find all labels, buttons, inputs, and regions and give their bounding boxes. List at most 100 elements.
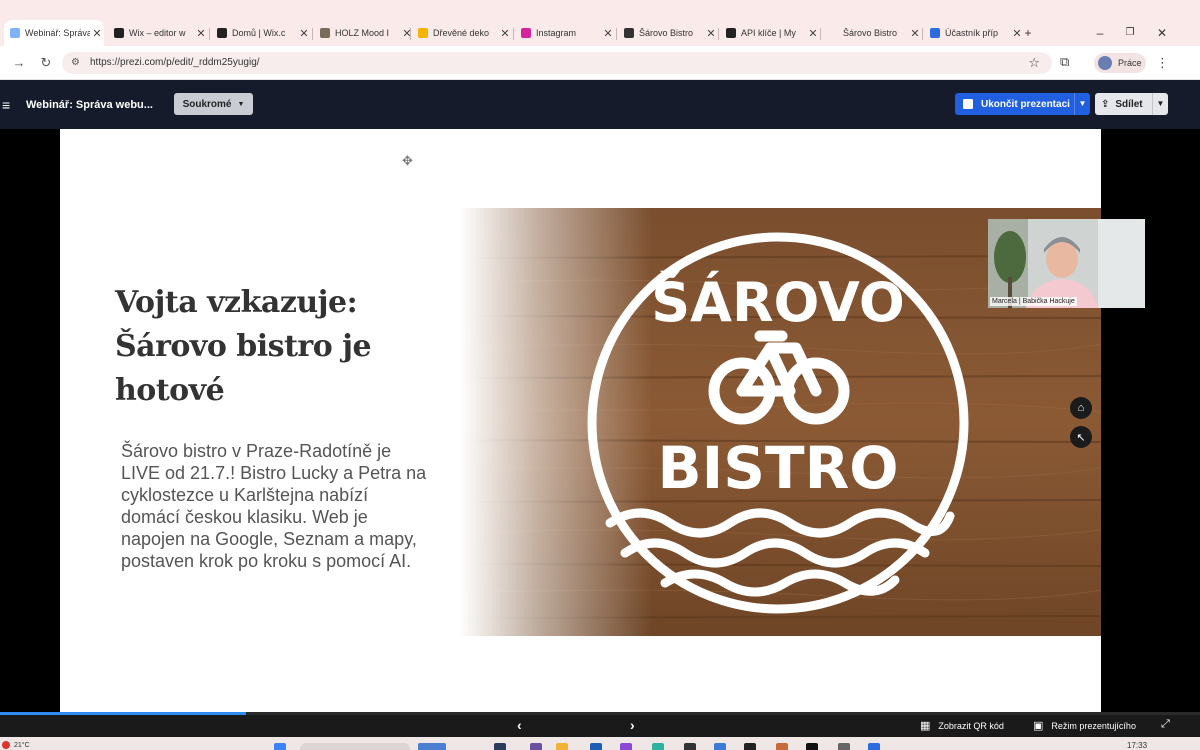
menu-icon[interactable]: ≡: [2, 97, 10, 113]
tab-separator: [410, 28, 411, 40]
taskbar-app-icon[interactable]: [530, 743, 542, 750]
bookmark-star-icon[interactable]: ☆: [1028, 55, 1040, 71]
privacy-label: Soukromé: [182, 98, 232, 110]
widgets-icon[interactable]: [418, 743, 446, 750]
browser-menu-icon[interactable]: ⋮: [1156, 55, 1169, 71]
webcam-overlay[interactable]: Marcela | Babička Hackuje: [988, 219, 1145, 308]
browser-tab[interactable]: Šárovo Bistro ✕: [822, 22, 922, 44]
clock[interactable]: 17:33: [1127, 741, 1147, 750]
tab-close-icon[interactable]: ✕: [806, 27, 820, 40]
window-close-button[interactable]: ✕: [1152, 26, 1172, 40]
presenter-icon: ▣: [1033, 720, 1044, 732]
omnibox[interactable]: ⚙ https://prezi.com/p/edit/_rddm25yugig/…: [62, 52, 1052, 74]
presentation-title[interactable]: Webinář: Správa webu...: [26, 99, 153, 111]
avatar: [1098, 56, 1112, 70]
taskbar-app-icon[interactable]: [776, 743, 788, 750]
tab-close-icon[interactable]: ✕: [704, 27, 718, 40]
taskbar-app-icon[interactable]: [494, 743, 506, 750]
pointer-icon[interactable]: ↖: [1070, 426, 1092, 448]
tab-title: Webinář: Správa: [25, 28, 90, 38]
taskbar-app-icon[interactable]: [652, 743, 664, 750]
tab-title: Účastník příp: [945, 28, 999, 38]
tab-title: API klíče | My: [741, 28, 796, 38]
chevron-down-icon: ▼: [237, 100, 245, 108]
browser-tab[interactable]: Šárovo Bistro ✕: [618, 22, 718, 44]
restore-button[interactable]: ❐: [1120, 27, 1140, 38]
privacy-dropdown[interactable]: Soukromé ▼: [174, 93, 253, 115]
tab-close-icon[interactable]: ✕: [90, 27, 104, 40]
fullscreen-icon[interactable]: ⤢: [1161, 718, 1170, 731]
instagram-icon: [521, 28, 531, 38]
browser-tab[interactable]: Dřevěné deko ✕: [412, 22, 512, 44]
site-icon: [624, 28, 634, 38]
end-presentation-label: Ukončit prezentaci: [981, 98, 1070, 110]
site-settings-icon[interactable]: ⚙: [71, 57, 80, 68]
screen: Webinář: Správa ✕ Wix – editor w ✕ Domů | Wi…: [0, 0, 1200, 750]
tab-close-icon[interactable]: ✕: [601, 27, 615, 40]
wix-icon: [726, 28, 736, 38]
tab-title: Instagram: [536, 28, 577, 38]
presenter-mode-button[interactable]: ▣ Režim prezentujícího: [1033, 719, 1136, 732]
chevron-down-icon[interactable]: ▼: [1152, 93, 1168, 115]
taskbar-app-icon[interactable]: [838, 743, 850, 750]
slide: Vojta vzkazuje: Šárovo bistro je hotové …: [60, 208, 1101, 636]
presenter-label: Režim prezentujícího: [1051, 720, 1136, 731]
tab-close-icon[interactable]: ✕: [498, 27, 512, 40]
tab-title: Šárovo Bistro: [843, 28, 898, 38]
tab-close-icon[interactable]: ✕: [194, 27, 208, 40]
next-button[interactable]: ›: [630, 717, 635, 733]
tab-close-icon[interactable]: ✕: [297, 27, 311, 40]
blank-icon: [828, 28, 838, 38]
qr-code-button[interactable]: ▦ Zobrazit QR kód: [920, 719, 1004, 732]
tab-title: HOLZ Mood I: [335, 28, 390, 38]
new-tab-button[interactable]: +: [1018, 26, 1038, 40]
slide-body: Šárovo bistro v Praze-Radotíně je LIVE o…: [121, 441, 427, 571]
share-icon: ⇪: [1101, 98, 1110, 110]
qr-icon: ▦: [920, 720, 931, 732]
reload-icon[interactable]: ↻: [37, 55, 55, 71]
prezi-icon: [10, 28, 20, 38]
logo-top-text: ŠÁROVO: [651, 271, 904, 334]
taskbar-search-icon[interactable]: [300, 743, 410, 750]
browser-tab[interactable]: Účastník příp ✕: [924, 22, 1024, 44]
weather-alert-icon: [2, 741, 10, 749]
stop-icon: [963, 99, 973, 109]
home-icon[interactable]: ⌂: [1070, 397, 1092, 419]
browser-tab[interactable]: Instagram ✕: [515, 22, 615, 44]
taskbar-app-icon[interactable]: [714, 743, 726, 750]
tab-separator: [616, 28, 617, 40]
url-text: https://prezi.com/p/edit/_rddm25yugig/: [90, 57, 260, 68]
tab-separator: [922, 28, 923, 40]
tab-separator: [513, 28, 514, 40]
end-presentation-button[interactable]: Ukončit prezentaci ▼: [955, 93, 1090, 115]
browser-tab[interactable]: API klíče | My ✕: [720, 22, 820, 44]
taskbar-app-icon[interactable]: [590, 743, 602, 750]
tab-title: Dřevěné deko: [433, 28, 490, 38]
forward-icon[interactable]: →: [10, 55, 28, 70]
tab-title: Wix – editor w: [129, 28, 186, 38]
taskbar-app-icon[interactable]: [806, 743, 818, 750]
profile-button[interactable]: Práce: [1094, 53, 1146, 73]
prezi-header: ≡ Webinář: Správa webu... Soukromé ▼ Uko…: [0, 80, 1200, 129]
previous-button[interactable]: ‹: [517, 717, 522, 733]
browser-tab[interactable]: Webinář: Správa ✕: [4, 20, 104, 46]
taskbar-app-icon[interactable]: [868, 743, 880, 750]
browser-tab[interactable]: HOLZ Mood I ✕: [314, 22, 414, 44]
share-label: Sdílet: [1115, 98, 1143, 110]
move-cursor-icon: ✥: [402, 153, 413, 168]
browser-tab-strip: Webinář: Správa ✕ Wix – editor w ✕ Domů | Wi…: [0, 0, 1200, 46]
chevron-down-icon[interactable]: ▼: [1074, 93, 1090, 115]
browser-tab[interactable]: Domů | Wix.c ✕: [211, 22, 311, 44]
taskbar-app-icon[interactable]: [620, 743, 632, 750]
qr-label: Zobrazit QR kód: [938, 720, 1004, 731]
share-button[interactable]: ⇪ Sdílet ▼: [1095, 93, 1168, 115]
tab-close-icon[interactable]: ✕: [908, 27, 922, 40]
browser-tab[interactable]: Wix – editor w ✕: [108, 22, 208, 44]
minimize-button[interactable]: –: [1090, 26, 1110, 40]
taskbar-app-icon[interactable]: [684, 743, 696, 750]
start-icon[interactable]: [274, 743, 286, 750]
weather-widget[interactable]: 21°C: [2, 741, 30, 749]
taskbar-app-icon[interactable]: [744, 743, 756, 750]
extensions-icon[interactable]: ⧉: [1060, 54, 1069, 70]
folder-icon[interactable]: [556, 743, 568, 750]
